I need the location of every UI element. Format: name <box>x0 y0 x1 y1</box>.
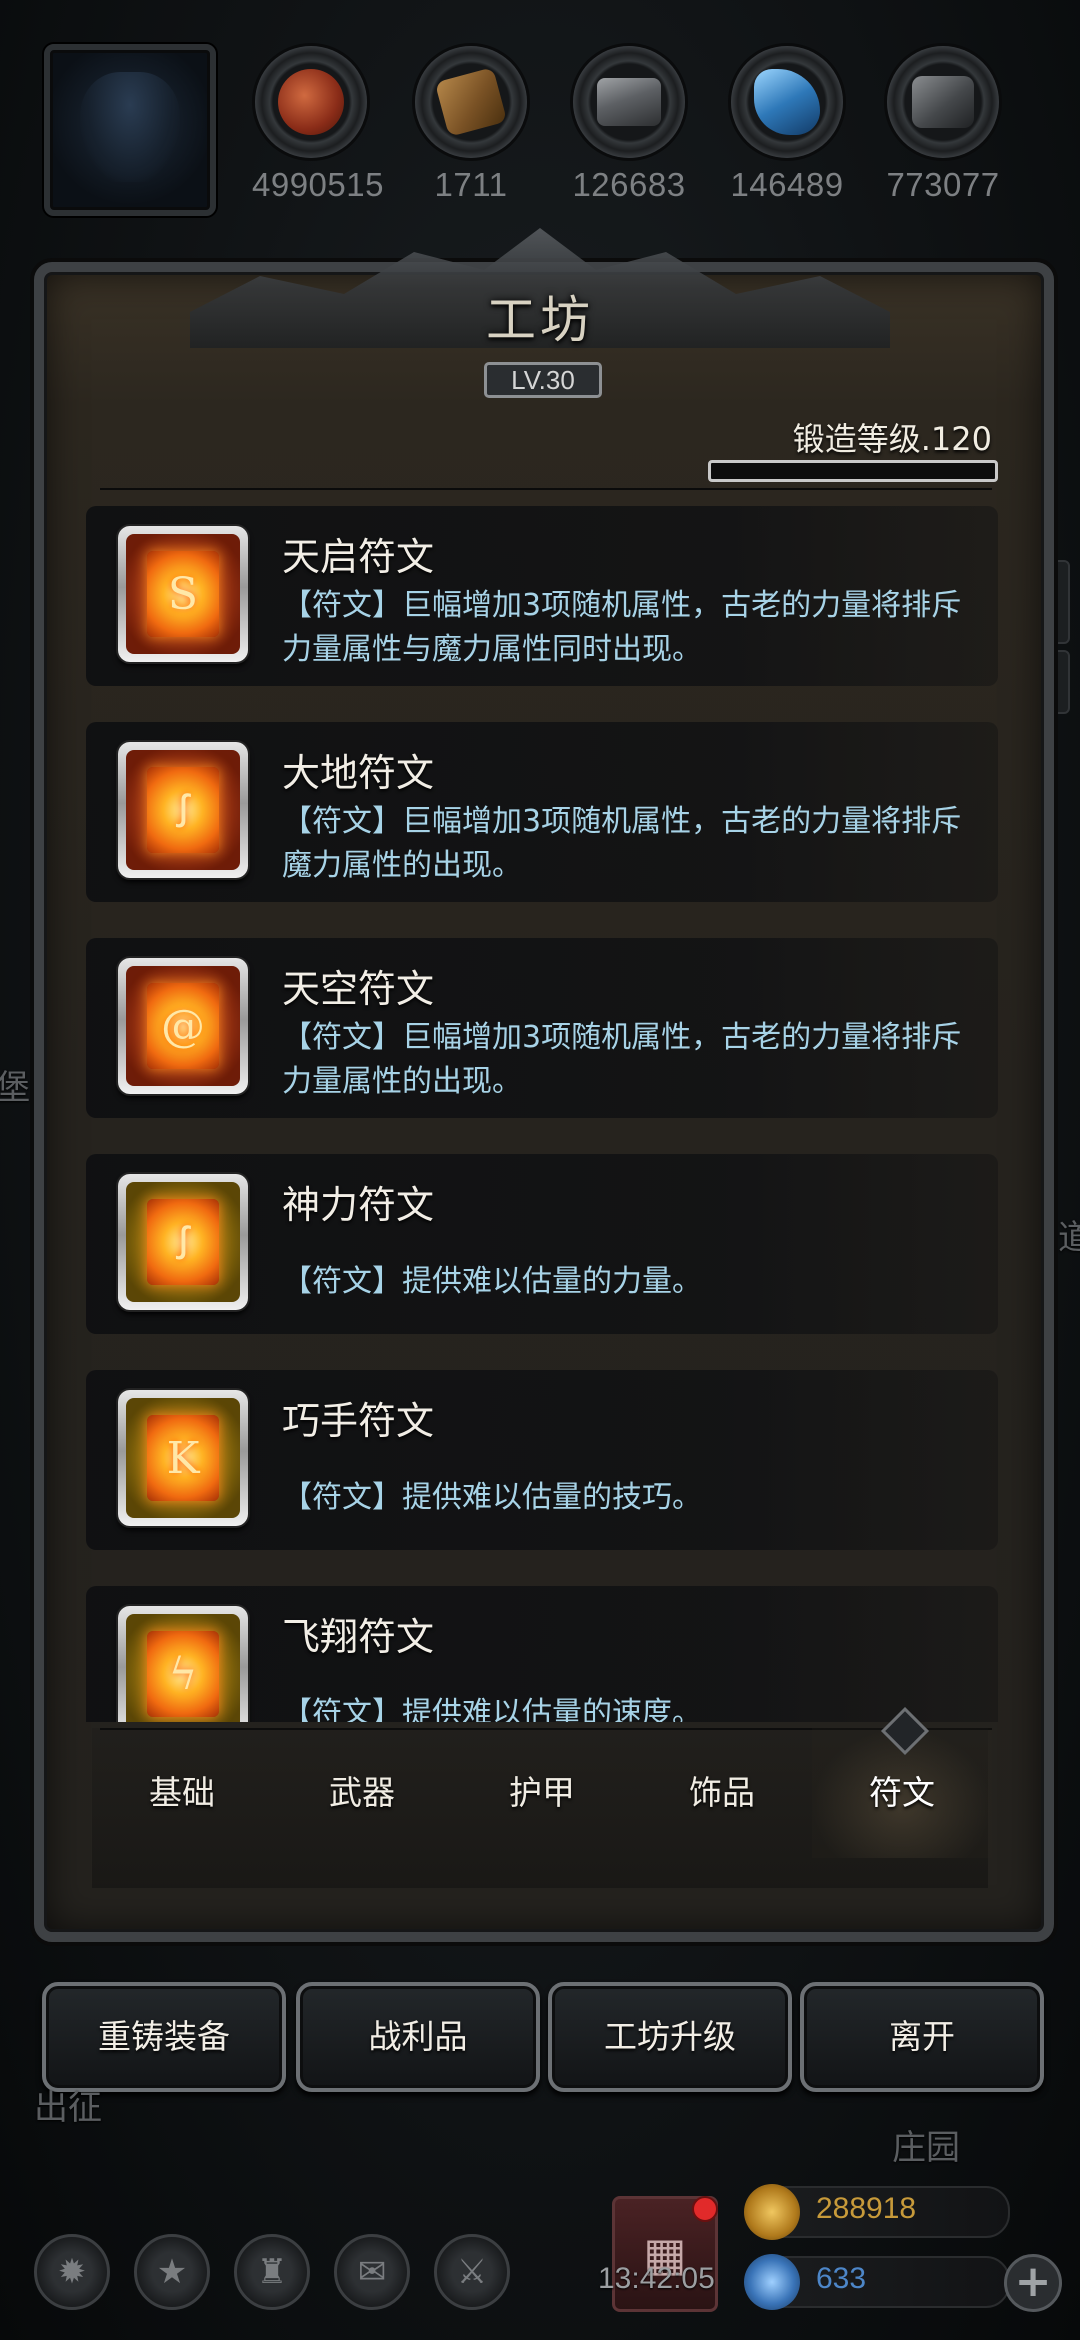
manor-label[interactable]: 庄园 <box>892 2120 960 2169</box>
rune-item[interactable]: ϟ 飞翔符文【符文】提供难以估量的速度。 <box>86 1586 998 1722</box>
resource-iron[interactable]: 126683 <box>570 46 688 204</box>
gem-counter[interactable]: 633 <box>744 2254 1010 2310</box>
category-tabs: 基础 武器 护甲 饰品 符文 <box>92 1706 992 1888</box>
rune-icon: @ <box>147 983 219 1069</box>
castle-icon[interactable]: ♜ <box>234 2234 310 2310</box>
rune-description: 【符文】提供难以估量的技巧。 <box>282 1480 702 1515</box>
tab-armor[interactable]: 护甲 <box>452 1728 632 1858</box>
rune-description: 【符文】提供难以估量的力量。 <box>282 1264 702 1299</box>
rune-name: 大地符文 <box>282 751 435 795</box>
notification-dot <box>692 2196 718 2222</box>
rune-list[interactable]: S 天启符文【符文】巨幅增加3项随机属性，古老的力量将排斥力量属性与魔力属性同时出… <box>86 506 998 1722</box>
rune-icon: ϟ <box>147 1631 219 1717</box>
rune-icon-background: ꭍ <box>126 750 240 870</box>
resource-meat[interactable]: 4990515 <box>252 46 384 204</box>
rune-icon-background: K <box>126 1398 240 1518</box>
gold-value: 288918 <box>816 2192 917 2225</box>
clock-display: 13:42:05 <box>598 2262 715 2295</box>
rune-name: 飞翔符文 <box>282 1615 435 1659</box>
reforge-equipment-button[interactable]: 重铸装备 <box>42 1982 286 2092</box>
avatar-portrait <box>80 72 180 182</box>
game-screen: 4990515 1711 126683 146489 773077 堡 道 工坊… <box>0 0 1080 2340</box>
workshop-upgrade-button[interactable]: 工坊升级 <box>548 1982 792 2092</box>
guild-icon[interactable]: ⚔ <box>434 2234 510 2310</box>
rune-icon-background: S <box>126 534 240 654</box>
resource-crystal[interactable]: 146489 <box>728 46 846 204</box>
workshop-level-badge: LV.30 <box>484 362 602 398</box>
rune-icon: ꭍ <box>147 767 219 853</box>
rune-icon-frame[interactable]: K <box>118 1390 248 1526</box>
resource-iron-value: 126683 <box>572 166 686 203</box>
player-avatar[interactable] <box>44 44 216 216</box>
add-currency-button[interactable]: + <box>1004 2254 1062 2312</box>
rune-icon-frame[interactable]: ꭍ <box>118 742 248 878</box>
rune-icon-frame[interactable]: @ <box>118 958 248 1094</box>
crystal-icon <box>754 69 820 135</box>
star-icon[interactable]: ★ <box>134 2234 210 2310</box>
forge-level-label: 锻造等级.120 <box>792 420 992 458</box>
rune-icon-frame[interactable]: ϟ <box>118 1606 248 1722</box>
rune-name: 天空符文 <box>282 967 435 1011</box>
rune-icon-background: ꭍ <box>126 1182 240 1302</box>
rune-name: 天启符文 <box>282 535 435 579</box>
road-label[interactable]: 道 <box>1058 1210 1080 1259</box>
castle-label[interactable]: 堡 <box>0 1060 30 1109</box>
stone-icon <box>912 76 974 128</box>
rune-item[interactable]: @ 天空符文【符文】巨幅增加3项随机属性，古老的力量将排斥力量属性的出现。 <box>86 938 998 1118</box>
rune-icon-frame[interactable]: S <box>118 526 248 662</box>
resource-wood[interactable]: 1711 <box>412 46 530 204</box>
blue-gem-icon <box>744 2254 800 2310</box>
resource-wood-value: 1711 <box>434 166 508 203</box>
resource-meat-value: 4990515 <box>252 166 384 203</box>
resource-crystal-value: 146489 <box>730 166 844 203</box>
expedition-label[interactable]: 出征 <box>34 2080 102 2129</box>
rune-item[interactable]: S 天启符文【符文】巨幅增加3项随机属性，古老的力量将排斥力量属性与魔力属性同时出… <box>86 506 998 686</box>
rune-icon-background: @ <box>126 966 240 1086</box>
rune-icon: K <box>147 1415 219 1501</box>
rune-item[interactable]: ꭍ 神力符文【符文】提供难以估量的力量。 <box>86 1154 998 1334</box>
resource-stone[interactable]: 773077 <box>884 46 1002 204</box>
rune-description: 【符文】巨幅增加3项随机属性，古老的力量将排斥魔力属性的出现。 <box>282 804 962 883</box>
rune-icon-background: ϟ <box>126 1614 240 1722</box>
tab-weapon[interactable]: 武器 <box>272 1728 452 1858</box>
gem-value: 633 <box>816 2262 867 2295</box>
mail-icon[interactable]: ✉ <box>334 2234 410 2310</box>
loot-button[interactable]: 战利品 <box>296 1982 540 2092</box>
divider-top <box>100 488 992 490</box>
leave-button[interactable]: 离开 <box>800 1982 1044 2092</box>
iron-ingot-icon <box>597 78 661 126</box>
rune-item[interactable]: K 巧手符文【符文】提供难以估量的技巧。 <box>86 1370 998 1550</box>
panel-title: 工坊 <box>486 291 594 349</box>
gold-counter[interactable]: 288918 <box>744 2184 1010 2240</box>
gold-coin-icon <box>744 2184 800 2240</box>
rune-name: 巧手符文 <box>282 1399 435 1443</box>
tab-accessory[interactable]: 饰品 <box>632 1728 812 1858</box>
rune-name: 神力符文 <box>282 1183 435 1227</box>
tab-basic[interactable]: 基础 <box>92 1728 272 1858</box>
rune-icon: S <box>147 551 219 637</box>
settings-gear-icon[interactable]: ✹ <box>34 2234 110 2310</box>
rune-description: 【符文】巨幅增加3项随机属性，古老的力量将排斥力量属性与魔力属性同时出现。 <box>282 588 962 667</box>
forge-progress-bar <box>708 460 998 482</box>
rune-description: 【符文】巨幅增加3项随机属性，古老的力量将排斥力量属性的出现。 <box>282 1020 962 1099</box>
rune-description: 【符文】提供难以估量的速度。 <box>282 1696 702 1722</box>
wood-icon <box>434 67 508 137</box>
rune-item[interactable]: ꭍ 大地符文【符文】巨幅增加3项随机属性，古老的力量将排斥魔力属性的出现。 <box>86 722 998 902</box>
resource-stone-value: 773077 <box>886 166 1000 203</box>
rune-icon: ꭍ <box>147 1199 219 1285</box>
meat-icon <box>278 69 344 135</box>
rune-icon-frame[interactable]: ꭍ <box>118 1174 248 1310</box>
